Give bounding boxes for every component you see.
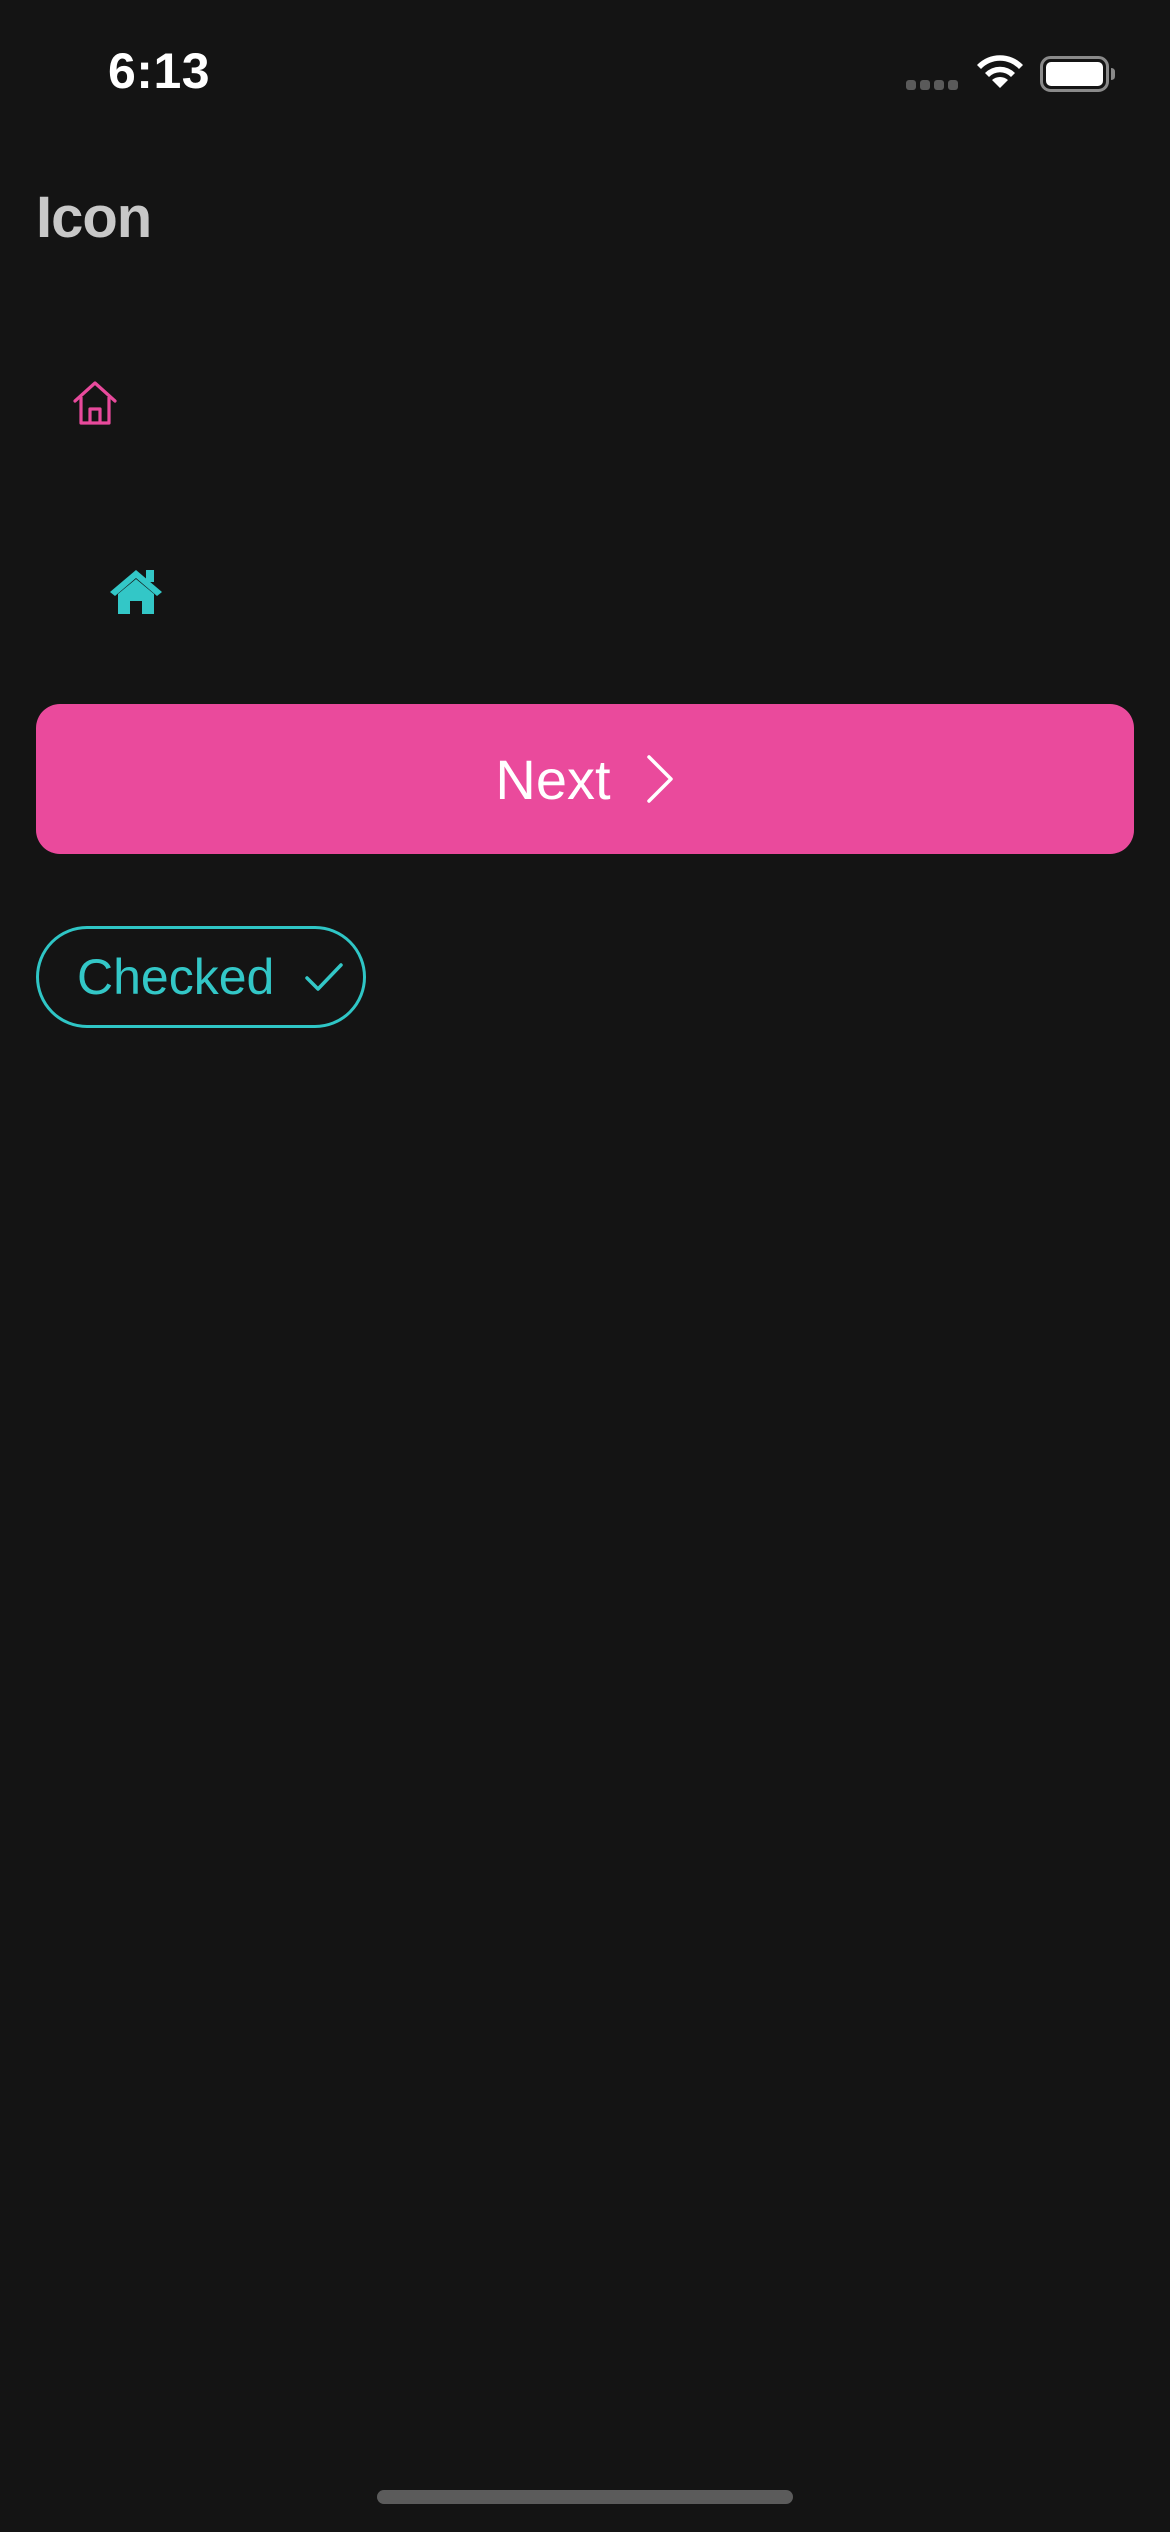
- wifi-icon: [977, 55, 1023, 88]
- battery-icon: [1040, 56, 1115, 92]
- next-button-label: Next: [495, 747, 611, 811]
- signal-bars-icon: [906, 80, 960, 92]
- check-icon: [305, 963, 344, 991]
- home-outline-icon: [73, 381, 117, 425]
- home-indicator[interactable]: [377, 2490, 793, 2504]
- checked-chip[interactable]: Checked: [36, 926, 366, 1028]
- next-button[interactable]: Next: [36, 704, 1134, 854]
- home-solid-icon: [110, 570, 162, 614]
- chevron-right-icon: [646, 755, 673, 803]
- checked-chip-label: Checked: [77, 949, 275, 1005]
- page-title: Icon: [36, 185, 152, 250]
- status-bar: 6:13: [0, 0, 1170, 150]
- status-time: 6:13: [108, 43, 211, 99]
